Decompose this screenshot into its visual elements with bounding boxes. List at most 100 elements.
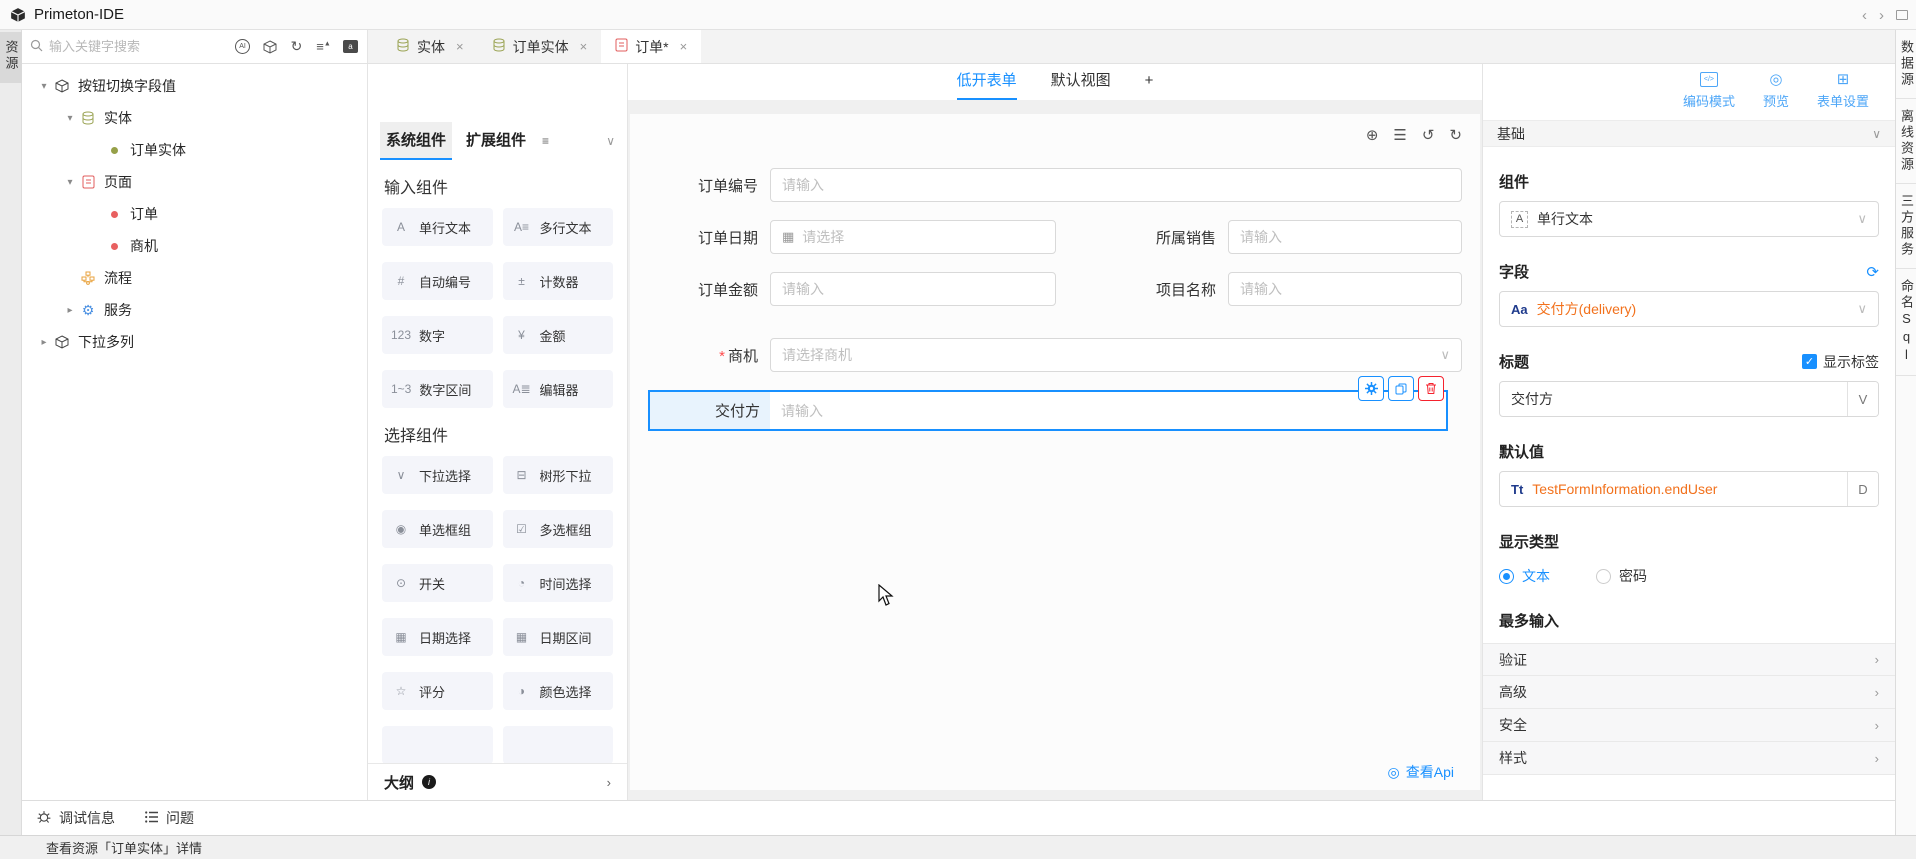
form-row[interactable]: 订单金额请输入项目名称请输入: [650, 272, 1462, 306]
rail-tab-离线资源[interactable]: 离线资源: [1896, 99, 1916, 184]
palette-item-partial[interactable]: [503, 726, 614, 763]
editor-tab-2[interactable]: 订单实体×: [478, 30, 602, 63]
accordion-安全[interactable]: 安全›: [1483, 709, 1895, 742]
nav-back-icon[interactable]: ‹: [1862, 7, 1867, 24]
delete-button[interactable]: [1418, 376, 1444, 401]
panel-layout-icon[interactable]: [1896, 10, 1908, 20]
rail-tab-resources[interactable]: 资源: [0, 32, 22, 83]
accordion-验证[interactable]: 验证›: [1483, 643, 1895, 676]
form-row-selected[interactable]: 交付方请输入: [648, 390, 1448, 431]
close-icon[interactable]: ×: [580, 39, 588, 54]
tree-item[interactable]: ▾实体: [22, 102, 367, 134]
form-row[interactable]: *商机请选择商机∨: [650, 338, 1462, 372]
form-date-input[interactable]: ▦请选择: [770, 220, 1056, 254]
translate-icon[interactable]: a: [342, 38, 359, 55]
redo-icon[interactable]: ↻: [1449, 126, 1462, 144]
form-field[interactable]: 订单日期▦请选择: [650, 220, 1056, 254]
palette-item[interactable]: ◑颜色选择: [503, 672, 614, 710]
globe-icon[interactable]: ⊕: [1366, 126, 1379, 144]
display-type-radio[interactable]: 文本: [1499, 566, 1550, 586]
tree-right-arrow-icon[interactable]: ▸: [36, 337, 52, 348]
tree-down-arrow-icon[interactable]: ▾: [36, 81, 52, 92]
tree-item[interactable]: ▾按钮切换字段值: [22, 70, 367, 102]
form-field[interactable]: 项目名称请输入: [1056, 272, 1462, 306]
tree-item[interactable]: ▸下拉多列: [22, 326, 367, 358]
copy-button[interactable]: [1388, 376, 1414, 401]
palette-item[interactable]: ⊟树形下拉: [503, 456, 614, 494]
palette-item[interactable]: ☆评分: [382, 672, 493, 710]
view-tab-1[interactable]: 低开表单: [957, 64, 1017, 100]
palette-item[interactable]: A≡多行文本: [503, 208, 614, 246]
editor-tab-3[interactable]: 订单*×: [601, 30, 701, 63]
palette-item[interactable]: ¥金额: [503, 316, 614, 354]
rail-tab-命名Sql[interactable]: 命名Sql: [1896, 269, 1916, 376]
outline-icon[interactable]: ☰: [1393, 126, 1406, 144]
tab-extension-components[interactable]: 扩展组件: [460, 122, 532, 160]
action-code-mode[interactable]: </>编码模式: [1683, 70, 1735, 120]
form-text-input[interactable]: 请输入: [770, 168, 1462, 202]
form-field[interactable]: 订单金额请输入: [650, 272, 1056, 306]
view-api-link[interactable]: ◎ 查看Api: [1388, 762, 1454, 782]
palette-item[interactable]: #自动编号: [382, 262, 493, 300]
tree-right-arrow-icon[interactable]: ▸: [62, 305, 78, 316]
sort-icon[interactable]: ≡▲: [315, 38, 332, 55]
tree-down-arrow-icon[interactable]: ▾: [62, 113, 78, 124]
close-icon[interactable]: ×: [456, 39, 464, 54]
display-type-radio[interactable]: 密码: [1596, 566, 1647, 586]
title-input[interactable]: 交付方: [1500, 382, 1847, 416]
default-dynamic-button[interactable]: D: [1847, 472, 1878, 506]
title-variable-button[interactable]: V: [1847, 382, 1878, 416]
palette-item[interactable]: ▦日期选择: [382, 618, 493, 656]
accordion-样式[interactable]: 样式›: [1483, 742, 1895, 775]
palette-item[interactable]: ◉单选框组: [382, 510, 493, 548]
palette-item[interactable]: ☑多选框组: [503, 510, 614, 548]
tab-system-components[interactable]: 系统组件: [380, 122, 452, 160]
palette-menu-icon[interactable]: ≡: [542, 134, 549, 148]
nav-forward-icon[interactable]: ›: [1879, 7, 1884, 24]
tree-item[interactable]: 商机: [22, 230, 367, 262]
palette-collapse-icon[interactable]: ∨: [606, 134, 615, 148]
form-text-input[interactable]: 请输入: [770, 392, 1446, 429]
tree-item[interactable]: ▸⚙服务: [22, 294, 367, 326]
bottom-item-问题[interactable]: 问题: [145, 808, 194, 828]
form-field[interactable]: 交付方请输入: [650, 392, 1446, 429]
search-input[interactable]: [49, 39, 234, 54]
tree-item[interactable]: 订单: [22, 198, 367, 230]
palette-item[interactable]: ⊙开关: [382, 564, 493, 602]
tree-down-arrow-icon[interactable]: ▾: [62, 177, 78, 188]
form-row[interactable]: 订单日期▦请选择所属销售请输入: [650, 220, 1462, 254]
palette-item[interactable]: ±计数器: [503, 262, 614, 300]
field-select[interactable]: Aa 交付方(delivery) ∨: [1499, 291, 1879, 327]
palette-item[interactable]: 123数字: [382, 316, 493, 354]
palette-item[interactable]: 1~3数字区间: [382, 370, 493, 408]
undo-icon[interactable]: ↺: [1422, 126, 1435, 144]
form-select[interactable]: 请选择商机∨: [770, 338, 1462, 372]
palette-item[interactable]: ◔时间选择: [503, 564, 614, 602]
editor-tab-1[interactable]: 实体×: [382, 30, 478, 63]
accordion-高级[interactable]: 高级›: [1483, 676, 1895, 709]
form-text-input[interactable]: 请输入: [770, 272, 1056, 306]
default-value-input[interactable]: Tt TestFormInformation.endUser: [1500, 472, 1847, 506]
view-tab-2[interactable]: 默认视图: [1051, 64, 1111, 100]
form-field[interactable]: *商机请选择商机∨: [650, 338, 1462, 372]
form-text-input[interactable]: 请输入: [1228, 220, 1462, 254]
form-row[interactable]: 订单编号请输入: [650, 168, 1462, 202]
close-icon[interactable]: ×: [680, 39, 688, 54]
outline-bar[interactable]: 大纲 i ›: [368, 763, 627, 800]
rail-tab-三方服务[interactable]: 三方服务: [1896, 184, 1916, 269]
palette-item[interactable]: ∨下拉选择: [382, 456, 493, 494]
bottom-item-调试信息[interactable]: 调试信息: [36, 808, 115, 828]
tree-item[interactable]: 流程: [22, 262, 367, 294]
palette-item[interactable]: ▦日期区间: [503, 618, 614, 656]
add-view-tab[interactable]: +: [1145, 64, 1154, 100]
action-form-settings[interactable]: ⊞表单设置: [1817, 70, 1869, 120]
ai-icon[interactable]: AI: [234, 38, 251, 55]
refresh-icon[interactable]: ↻: [288, 38, 305, 55]
show-label-checkbox[interactable]: ✓: [1802, 354, 1817, 369]
settings-button[interactable]: [1358, 376, 1384, 401]
rail-tab-数据源[interactable]: 数据源: [1896, 30, 1916, 99]
palette-item-partial[interactable]: [382, 726, 493, 763]
field-refresh-icon[interactable]: ⟳: [1866, 263, 1879, 281]
palette-item[interactable]: A单行文本: [382, 208, 493, 246]
component-select[interactable]: A 单行文本 ∨: [1499, 201, 1879, 237]
